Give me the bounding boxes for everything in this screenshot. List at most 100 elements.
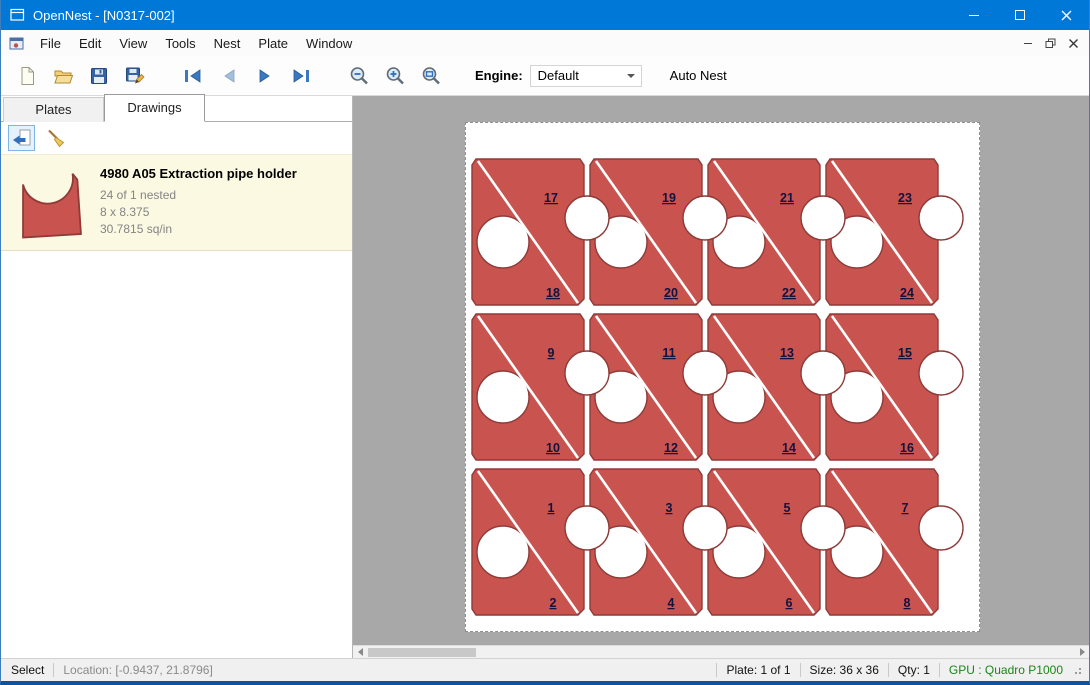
part-number-label: 24	[900, 286, 914, 300]
pipe-hole	[919, 506, 963, 550]
zoom-fit-icon	[420, 65, 442, 87]
menu-file[interactable]: File	[31, 31, 70, 56]
part-number-label: 15	[898, 346, 912, 360]
part-number-label: 12	[664, 441, 678, 455]
separator	[53, 663, 54, 677]
open-button[interactable]	[45, 59, 81, 93]
drawing-nested-count: 24 of 1 nested	[100, 187, 297, 204]
pipe-hole	[683, 351, 727, 395]
save-edit-button[interactable]	[117, 59, 153, 93]
clean-button[interactable]	[42, 125, 69, 151]
menu-bar-items: FileEditViewToolsNestPlateWindow	[31, 31, 361, 56]
first-plate-button[interactable]	[175, 59, 211, 93]
part-number-label: 20	[664, 286, 678, 300]
return-part-button[interactable]	[8, 125, 35, 151]
zoom-in-button[interactable]	[377, 59, 413, 93]
part-number-label: 16	[900, 441, 914, 455]
menu-edit[interactable]: Edit	[70, 31, 110, 56]
last-plate-button[interactable]	[283, 59, 319, 93]
part-number-label: 19	[662, 191, 676, 205]
drawing-list-item[interactable]: 4980 A05 Extraction pipe holder 24 of 1 …	[1, 154, 352, 251]
pipe-hole	[801, 506, 845, 550]
part-number-label: 17	[544, 191, 558, 205]
pipe-hole	[801, 196, 845, 240]
app-icon	[10, 8, 25, 22]
mdi-close-button[interactable]	[1062, 33, 1085, 53]
mdi-minimize-button[interactable]	[1016, 33, 1039, 53]
part-number-label: 4	[668, 596, 675, 610]
status-plate: Plate: 1 of 1	[726, 663, 790, 677]
part-thumbnail	[18, 164, 86, 242]
next-plate-button[interactable]	[247, 59, 283, 93]
scroll-left-icon	[358, 648, 363, 656]
zoom-out-icon	[348, 65, 370, 87]
new-document-icon	[16, 65, 38, 87]
resize-grip-icon[interactable]	[1071, 664, 1083, 676]
previous-arrow-icon	[218, 65, 240, 87]
part-number-label: 5	[784, 501, 791, 515]
mdi-close-icon	[1068, 38, 1079, 49]
status-gpu: GPU : Quadro P1000	[949, 663, 1063, 677]
status-bar: Select Location: [-0.9437, 21.8796] Plat…	[1, 658, 1089, 681]
pipe-hole	[683, 196, 727, 240]
previous-plate-button[interactable]	[211, 59, 247, 93]
last-arrow-icon	[290, 65, 312, 87]
part-number-label: 1	[548, 501, 555, 515]
engine-select[interactable]: Default	[530, 65, 642, 87]
status-right-group: Plate: 1 of 1 Size: 36 x 36 Qty: 1 GPU :…	[707, 663, 1083, 677]
broom-icon	[45, 127, 67, 149]
mdi-restore-icon	[1045, 38, 1056, 49]
minimize-button[interactable]	[951, 0, 997, 30]
horizontal-scrollbar[interactable]	[353, 645, 1089, 658]
sidebar-tabstrip: Plates Drawings	[1, 96, 352, 122]
next-arrow-icon	[254, 65, 276, 87]
tab-plates[interactable]: Plates	[3, 97, 104, 122]
scrollbar-thumb[interactable]	[368, 648, 476, 657]
title-bar: OpenNest - [N0317-002]	[1, 0, 1089, 30]
menu-view[interactable]: View	[110, 31, 156, 56]
menu-window[interactable]: Window	[297, 31, 361, 56]
scroll-left-button[interactable]	[353, 646, 367, 658]
separator	[939, 663, 940, 677]
pipe-hole	[919, 351, 963, 395]
zoom-fit-button[interactable]	[413, 59, 449, 93]
maximize-icon	[1015, 10, 1025, 20]
maximize-button[interactable]	[997, 0, 1043, 30]
nest-canvas[interactable]: 17 1819 2021 2223 24 9 1011 1213 1415 16…	[353, 96, 1089, 658]
zoom-out-button[interactable]	[341, 59, 377, 93]
status-mode: Select	[11, 663, 44, 677]
menu-nest[interactable]: Nest	[205, 31, 250, 56]
part-number-label: 22	[782, 286, 796, 300]
separator	[800, 663, 801, 677]
part-number-label: 6	[786, 596, 793, 610]
part-number-label: 2	[550, 596, 557, 610]
pipe-hole	[919, 196, 963, 240]
scroll-right-button[interactable]	[1075, 646, 1089, 658]
document-icon[interactable]	[9, 36, 25, 51]
drawing-size: 8 x 8.375	[100, 204, 297, 221]
menu-plate[interactable]: Plate	[249, 31, 297, 56]
status-qty: Qty: 1	[898, 663, 930, 677]
part-number-label: 14	[782, 441, 796, 455]
chevron-down-icon	[627, 74, 635, 78]
save-edit-icon	[124, 65, 146, 87]
main-toolbar: Engine: Default Auto Nest	[1, 56, 1089, 96]
auto-nest-button[interactable]: Auto Nest	[662, 63, 735, 88]
drawings-toolbar	[1, 122, 352, 154]
mdi-window-buttons	[1016, 33, 1089, 53]
part-number-label: 18	[546, 286, 560, 300]
new-button[interactable]	[9, 59, 45, 93]
mdi-restore-button[interactable]	[1039, 33, 1062, 53]
close-button[interactable]	[1043, 0, 1089, 30]
save-icon	[88, 65, 110, 87]
drawing-info: 4980 A05 Extraction pipe holder 24 of 1 …	[100, 155, 297, 250]
plate-sheet: 17 1819 2021 2223 24 9 1011 1213 1415 16…	[465, 122, 980, 632]
save-button[interactable]	[81, 59, 117, 93]
menu-tools[interactable]: Tools	[156, 31, 204, 56]
close-icon	[1061, 10, 1072, 21]
tab-drawings[interactable]: Drawings	[104, 94, 205, 122]
drawing-title: 4980 A05 Extraction pipe holder	[100, 166, 297, 181]
status-location: Location: [-0.9437, 21.8796]	[63, 663, 212, 677]
part-number-label: 13	[780, 346, 794, 360]
return-arrow-icon	[11, 127, 33, 149]
